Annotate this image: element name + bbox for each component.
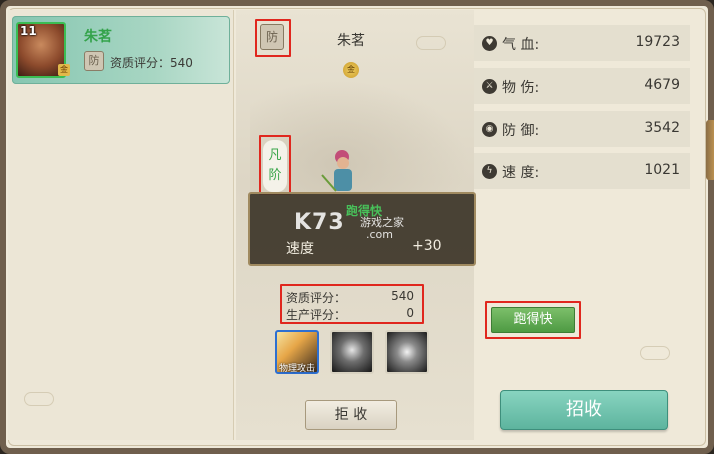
watermark-domain: .com <box>366 228 393 241</box>
stat-name: 气 血: <box>502 37 540 53</box>
sword-icon: ⚔ <box>482 79 497 94</box>
shield-icon: ◉ <box>482 122 497 137</box>
cloud-ornament <box>24 392 54 406</box>
class-badge-highlight <box>255 19 291 57</box>
hero-level: 11 <box>20 24 37 38</box>
shadow-warrior-skill-icon[interactable] <box>330 330 374 374</box>
hero-score: 资质评分：540 <box>110 56 193 70</box>
cloud-ornament <box>416 36 446 50</box>
gold-grade-icon: 金 <box>58 64 70 76</box>
figure-body <box>334 169 352 191</box>
cloud-ornament <box>640 346 670 360</box>
stat-value: 4679 <box>644 77 680 93</box>
stat-value: 3542 <box>644 120 680 136</box>
stat-value: 19723 <box>635 34 680 50</box>
gold-grade-medal-icon: 金 <box>343 62 359 78</box>
stat-name: 物 伤: <box>502 80 540 96</box>
stat-value: 1021 <box>644 162 680 178</box>
stat-row-hp: ♥ 气 血: 19723 <box>474 25 690 61</box>
lightning-icon: ϟ <box>482 164 497 179</box>
reject-button[interactable]: 拒 收 <box>305 400 397 430</box>
stat-name: 速 度: <box>502 165 540 181</box>
rank-tag-highlight <box>259 135 291 195</box>
figure-face <box>337 157 349 169</box>
figure-staff <box>321 174 337 192</box>
side-tab-ornament <box>706 120 714 180</box>
unit-name: 朱茗 <box>337 33 365 49</box>
scores-highlight <box>280 284 424 324</box>
stat-name: 防 御: <box>502 123 540 139</box>
spiral-skill-icon[interactable] <box>385 330 429 374</box>
stat-row-defense: ◉ 防 御: 3542 <box>474 111 690 147</box>
tooltip-stat-name: 速度 <box>286 241 314 257</box>
stat-row-speed: ϟ 速 度: 1021 <box>474 153 690 189</box>
skill-1-label: 物理攻击 <box>278 364 315 374</box>
hero-name: 朱茗 <box>84 29 112 45</box>
trait-badge-highlight <box>485 301 581 339</box>
recruit-button[interactable]: 招收 <box>500 390 668 430</box>
heart-icon: ♥ <box>482 36 497 51</box>
stat-row-attack: ⚔ 物 伤: 4679 <box>474 68 690 104</box>
tooltip-stat-value: +30 <box>412 238 442 254</box>
k73-watermark-logo: K73 <box>294 210 345 235</box>
defense-class-icon: 防 <box>84 51 104 71</box>
